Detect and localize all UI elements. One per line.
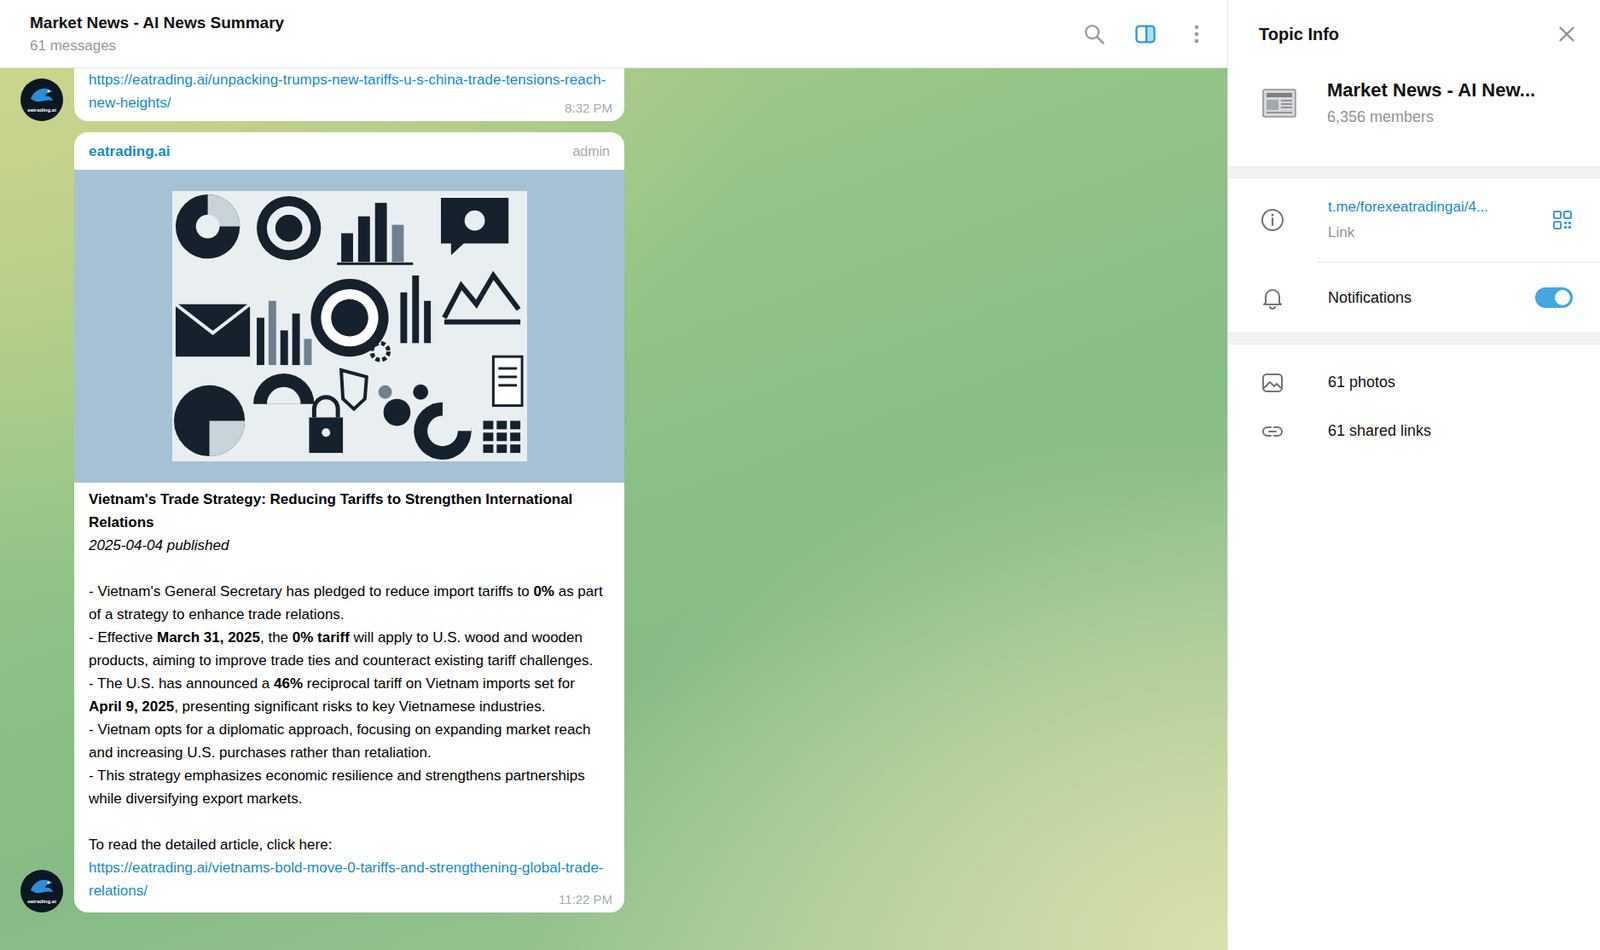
- chat-pane: Market News - AI News Summary 61 messages…: [0, 0, 1228, 950]
- qr-code-icon[interactable]: [1552, 209, 1573, 231]
- avatar-label: eatrading.ai: [20, 107, 64, 113]
- shared-media-row[interactable]: 61 photos: [1228, 358, 1600, 407]
- notifications-row[interactable]: Notifications: [1228, 262, 1600, 333]
- notifications-label: Notifications: [1327, 289, 1536, 308]
- post-date: 2025-04-04 published: [88, 533, 610, 557]
- message-text: Vietnam's Trade Strategy: Reducing Tarif…: [74, 482, 625, 903]
- bullet-item: - Vietnam opts for a diplomatic approach…: [88, 718, 610, 765]
- message-bubble: https://eatrading.ai/unpacking-trumps-ne…: [74, 68, 625, 122]
- channel-avatar[interactable]: eatrading.ai: [20, 78, 64, 122]
- shared-media-label: 61 photos: [1327, 373, 1573, 392]
- bullet-item: - The U.S. has announced a 46% reciproca…: [88, 672, 610, 719]
- post-title: Vietnam's Trade Strategy: Reducing Tarif…: [88, 487, 610, 534]
- message-header: eatrading.ai admin: [74, 132, 625, 170]
- message-link[interactable]: https://eatrading.ai/unpacking-trumps-ne…: [88, 68, 610, 115]
- member-count: 6,356 members: [1327, 108, 1536, 127]
- link-label: Link: [1327, 224, 1546, 242]
- section-separator: [1228, 166, 1600, 179]
- more-icon[interactable]: [1184, 22, 1209, 47]
- eatrading-logo-icon: [20, 78, 64, 122]
- chat-subtitle: 61 messages: [29, 37, 285, 55]
- link-row[interactable]: t.me/forexeatradingai/4... Link: [1228, 178, 1600, 262]
- channel-avatar[interactable]: eatrading.ai: [20, 869, 64, 913]
- topic-name: Market News - AI New...: [1327, 79, 1536, 102]
- bullet-list: - Vietnam's General Secretary has pledge…: [88, 579, 610, 811]
- panel-title: Topic Info: [1258, 24, 1340, 45]
- shared-media-label: 61 shared links: [1327, 422, 1573, 441]
- chat-title[interactable]: Market News - AI News Summary: [29, 13, 285, 33]
- message-list: eatrading.ai https://eatrading.ai/unpacki…: [0, 68, 1228, 950]
- chat-titles[interactable]: Market News - AI News Summary 61 messages: [29, 13, 285, 55]
- info-icon: [1260, 208, 1285, 232]
- message-time: 11:22 PM: [558, 892, 613, 908]
- panel-header: Topic Info: [1228, 0, 1600, 69]
- bullet-item: - Effective March 31, 2025, the 0% tarif…: [88, 626, 610, 673]
- message-row: eatrading.ai eatrading.ai admin Vietnam's T…: [0, 132, 1228, 913]
- sidebar-toggle-icon[interactable]: [1133, 22, 1158, 47]
- close-icon[interactable]: [1555, 23, 1578, 46]
- finance-collage-icon: [171, 191, 528, 462]
- topic-card: Market News - AI New... 6,356 members: [1228, 68, 1600, 167]
- section-separator: [1228, 332, 1600, 345]
- notifications-toggle[interactable]: [1535, 287, 1573, 308]
- message-time: 8:32 PM: [564, 100, 613, 116]
- eatrading-logo-icon: [20, 869, 64, 913]
- telegram-window: Market News - AI News Summary 61 messages…: [0, 0, 1600, 950]
- shared-media-list: 61 photos 61 shared links: [1228, 344, 1600, 456]
- topic-info-panel: Topic Info Market News - AI New... 6,356 m…: [1227, 0, 1600, 950]
- shared-media-row[interactable]: 61 shared links: [1228, 406, 1600, 456]
- author-name[interactable]: eatrading.ai: [88, 142, 170, 162]
- chat-header: Market News - AI News Summary 61 messages: [0, 0, 1228, 69]
- search-icon[interactable]: [1082, 22, 1107, 47]
- toggle-knob: [1554, 289, 1571, 306]
- bullet-item: - Vietnam's General Secretary has pledge…: [88, 579, 610, 627]
- header-actions: [1082, 22, 1209, 47]
- message-bubble: eatrading.ai admin Vietnam's Trade Strateg…: [74, 132, 625, 913]
- newspaper-icon: [1262, 86, 1297, 121]
- message-row: eatrading.ai https://eatrading.ai/unpacki…: [0, 68, 1228, 122]
- author-role: admin: [572, 142, 610, 162]
- article-link[interactable]: https://eatrading.ai/vietnams-bold-move-…: [88, 856, 610, 903]
- read-more-label: To read the detailed article, click here…: [88, 833, 610, 857]
- link-icon: [1260, 419, 1285, 444]
- bell-icon: [1260, 285, 1285, 310]
- bullet-item: - This strategy emphasizes economic resi…: [88, 764, 610, 811]
- avatar-label: eatrading.ai: [20, 898, 64, 905]
- row-divider: [1316, 261, 1600, 263]
- topic-link[interactable]: t.me/forexeatradingai/4...: [1327, 198, 1546, 216]
- post-image[interactable]: [74, 169, 625, 483]
- photo-icon: [1260, 371, 1285, 395]
